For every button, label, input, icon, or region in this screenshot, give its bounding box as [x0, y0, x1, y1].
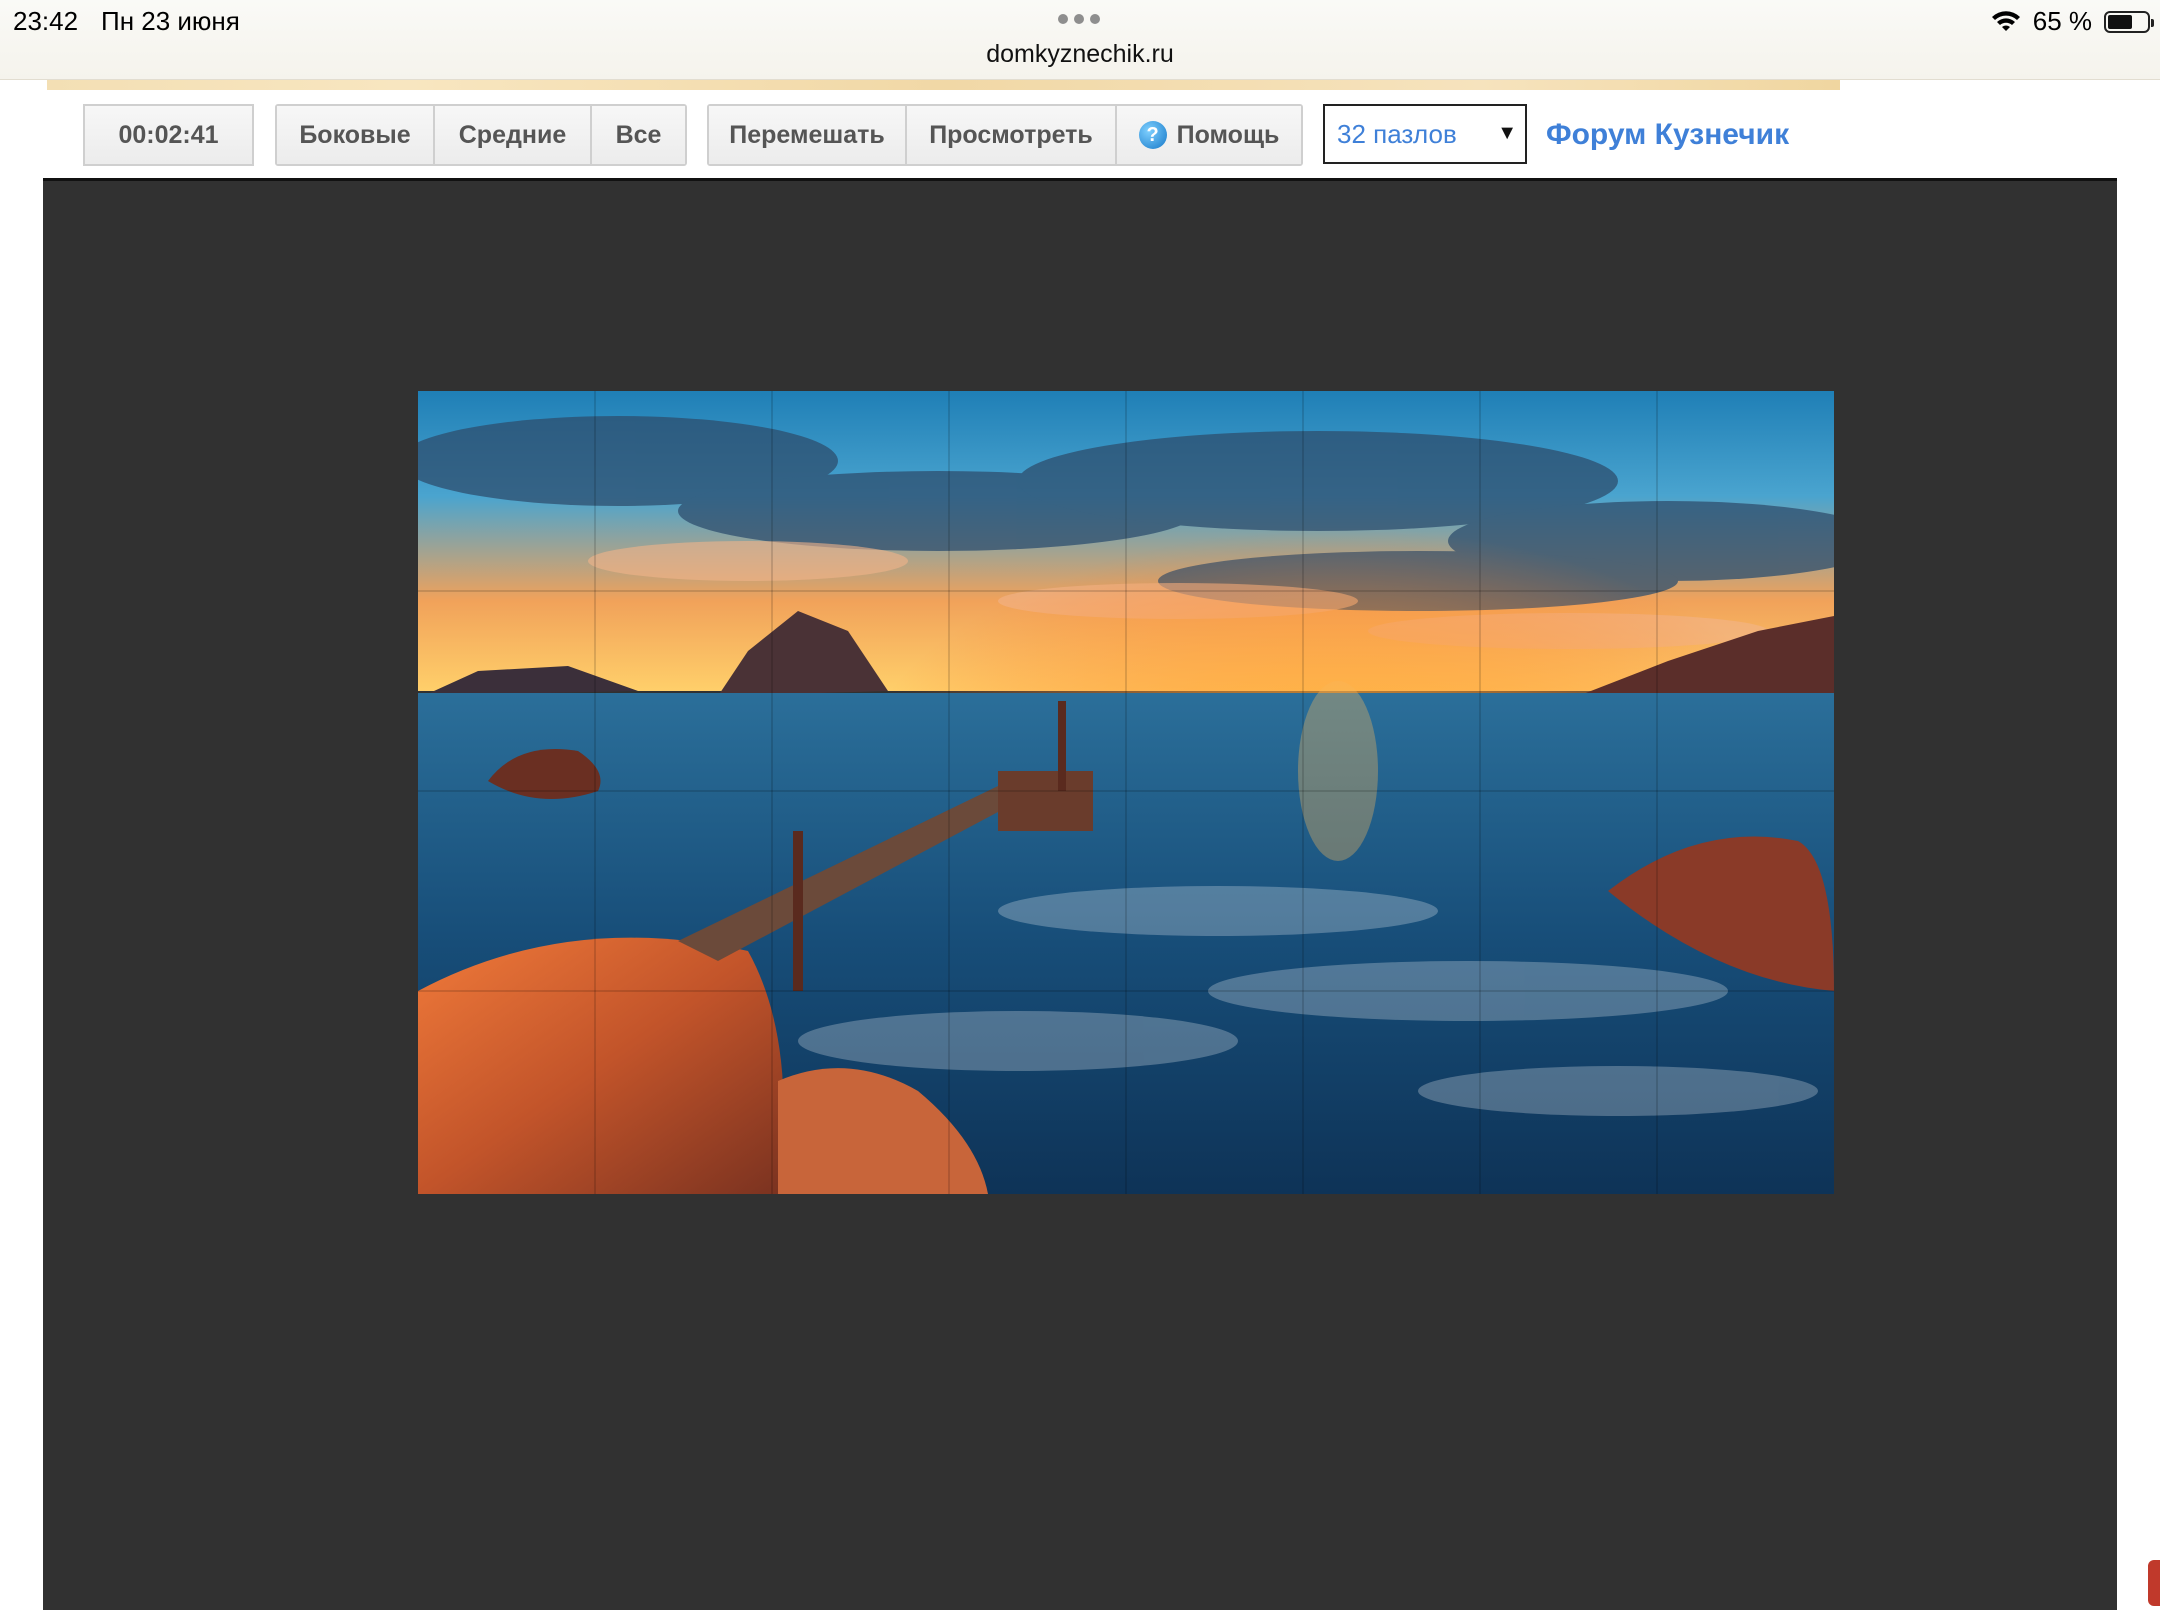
- wifi-icon: [1991, 10, 2020, 31]
- puzzle-board[interactable]: [43, 178, 2117, 1610]
- puzzle-toolbar: 00:02:41 Боковые Средние Все Перемешать …: [0, 90, 2160, 178]
- status-date: Пн 23 июня: [101, 6, 240, 36]
- forum-link[interactable]: Форум Кузнечик: [1546, 118, 1789, 152]
- preview-button[interactable]: Просмотреть: [907, 106, 1117, 164]
- status-time: 23:42: [13, 6, 79, 36]
- middle-filter-button[interactable]: Средние: [435, 106, 592, 164]
- action-button-group: Перемешать Просмотреть ? Помощь: [707, 104, 1303, 166]
- puzzle-image[interactable]: [418, 391, 1834, 1194]
- battery-percent: 65 %: [2032, 6, 2092, 36]
- more-dots-icon[interactable]: [1058, 14, 1100, 24]
- battery-icon: [2104, 10, 2154, 33]
- timer-display: 00:02:41: [83, 104, 254, 166]
- pieces-count-value: 32 пазлов: [1337, 118, 1457, 149]
- edges-filter-button[interactable]: Боковые: [277, 106, 435, 164]
- help-label: Помощь: [1176, 120, 1280, 149]
- site-header-strip: [47, 80, 1840, 90]
- status-bar: 23:42 Пн 23 июня domkyznechik.ru 65 %: [0, 0, 2160, 80]
- seascape-sunset-image: [418, 391, 1834, 1194]
- all-filter-button[interactable]: Все: [592, 106, 685, 164]
- pieces-count-select[interactable]: 32 пазлов ▼: [1323, 104, 1527, 164]
- address-url[interactable]: domkyznechik.ru: [0, 40, 2160, 69]
- help-icon: ?: [1138, 121, 1167, 149]
- edge-handle[interactable]: [2148, 1560, 2160, 1606]
- shuffle-button[interactable]: Перемешать: [709, 106, 907, 164]
- filter-button-group: Боковые Средние Все: [275, 104, 687, 166]
- status-indicators: 65 %: [1991, 6, 2154, 37]
- help-button[interactable]: ? Помощь: [1117, 106, 1301, 164]
- dropdown-arrow-icon: ▼: [1497, 122, 1517, 144]
